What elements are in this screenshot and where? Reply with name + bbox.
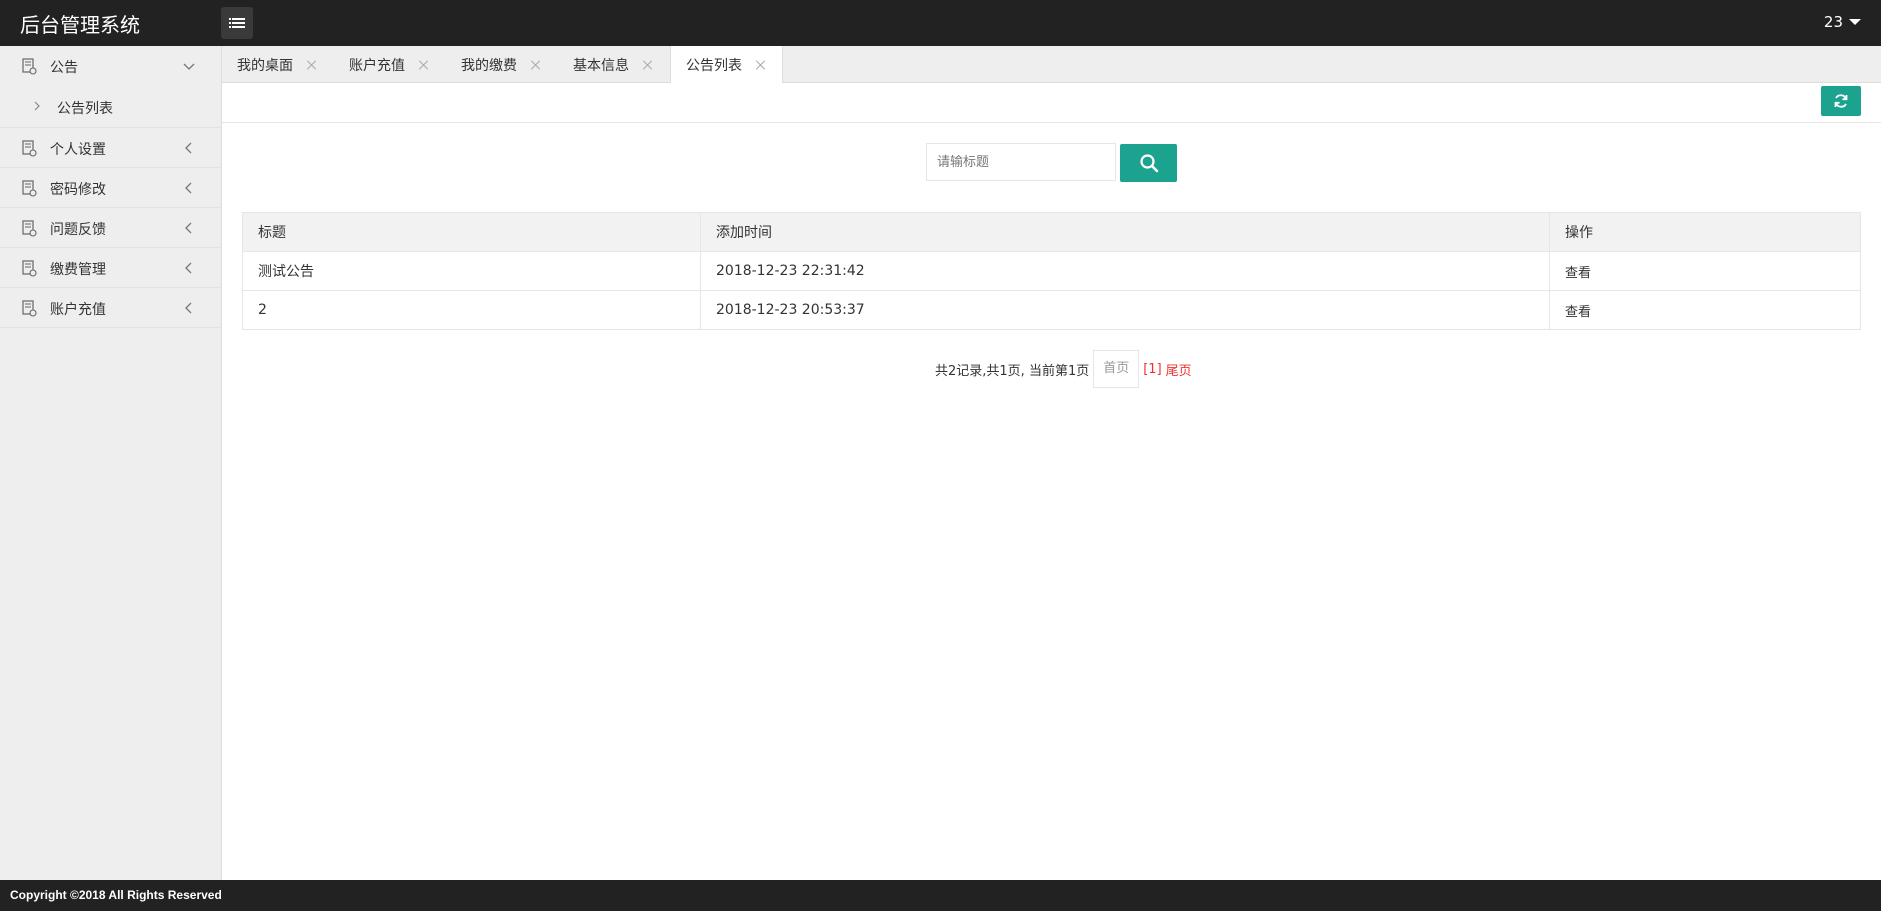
column-header-time: 添加时间	[700, 212, 1550, 252]
chevron-left-icon	[185, 182, 192, 194]
sidebar-item-announcement[interactable]: 公告	[0, 46, 221, 86]
document-icon	[22, 140, 37, 157]
tab-basic-info[interactable]: 基本信息	[558, 46, 653, 83]
sidebar-item-label: 密码修改	[50, 182, 106, 198]
app-window: 后台管理系统 23 公告 公告列表 个人设置 密码修改 问题反馈 缴费管理 账户…	[0, 0, 1881, 911]
user-name: 23	[1823, 13, 1843, 31]
document-icon	[22, 300, 37, 317]
top-header: 后台管理系统 23	[0, 0, 1881, 46]
tab-label: 基本信息	[573, 57, 629, 74]
sidebar-item-recharge[interactable]: 账户充值	[0, 288, 221, 328]
tab-label: 我的缴费	[461, 57, 517, 74]
search-button[interactable]	[1120, 144, 1177, 182]
tab-label: 账户充值	[349, 57, 405, 74]
sidebar-item-label: 公告	[50, 60, 78, 76]
chevron-down-icon	[183, 63, 195, 70]
sidebar-item-personal-settings[interactable]: 个人设置	[0, 128, 221, 168]
tab-recharge[interactable]: 账户充值	[334, 46, 429, 83]
list-icon	[229, 17, 245, 29]
table-row: 2 2018-12-23 20:53:37 查看	[242, 290, 1861, 330]
sidebar-subitem-announcement-list[interactable]: 公告列表	[0, 86, 221, 128]
document-icon	[22, 58, 37, 75]
chevron-left-icon	[185, 222, 192, 234]
cell-title: 2	[242, 290, 701, 330]
tab-my-payments[interactable]: 我的缴费	[446, 46, 541, 83]
sidebar-item-password[interactable]: 密码修改	[0, 168, 221, 208]
caret-down-icon	[1849, 19, 1861, 25]
refresh-button[interactable]	[1821, 86, 1861, 116]
sidebar-item-label: 缴费管理	[50, 262, 106, 278]
pagination: 共2记录,共1页, 当前第1页 首页 [1] 尾页	[935, 350, 1192, 388]
footer: Copyright ©2018 All Rights Reserved	[0, 880, 1881, 911]
chevron-right-icon	[34, 101, 40, 111]
pagination-summary: 共2记录,共1页, 当前第1页	[935, 363, 1090, 379]
menu-toggle-button[interactable]	[221, 7, 253, 39]
document-icon	[22, 220, 37, 237]
view-link[interactable]: 查看	[1549, 290, 1861, 330]
table-row: 测试公告 2018-12-23 22:31:42 查看	[242, 251, 1861, 291]
tab-announcement-list[interactable]: 公告列表	[670, 46, 783, 84]
close-icon[interactable]	[419, 60, 429, 70]
tab-label: 公告列表	[686, 58, 742, 74]
close-icon[interactable]	[643, 60, 653, 70]
close-icon[interactable]	[756, 60, 766, 70]
document-icon	[22, 180, 37, 197]
cell-time: 2018-12-23 22:31:42	[700, 251, 1550, 291]
tab-bar: 我的桌面 账户充值 我的缴费 基本信息 公告列表	[222, 46, 1881, 84]
sidebar-item-label: 账户充值	[50, 302, 106, 318]
first-page-button[interactable]: 首页	[1093, 350, 1140, 388]
close-icon[interactable]	[307, 60, 317, 70]
column-header-action: 操作	[1549, 212, 1861, 252]
refresh-icon	[1834, 94, 1848, 108]
search-input[interactable]	[926, 143, 1116, 181]
sidebar-item-payment[interactable]: 缴费管理	[0, 248, 221, 288]
cell-time: 2018-12-23 20:53:37	[700, 290, 1550, 330]
announcement-table: 标题 添加时间 操作 测试公告 2018-12-23 22:31:42 查看 2…	[242, 212, 1861, 330]
sidebar-subitem-label: 公告列表	[57, 101, 113, 117]
chevron-left-icon	[185, 262, 192, 274]
chevron-left-icon	[185, 142, 192, 154]
cell-title: 测试公告	[242, 251, 701, 291]
column-header-title: 标题	[242, 212, 701, 252]
document-icon	[22, 260, 37, 277]
chevron-left-icon	[185, 302, 192, 314]
user-menu[interactable]: 23	[1824, 13, 1861, 31]
view-link[interactable]: 查看	[1549, 251, 1861, 291]
current-page-indicator: [1]	[1143, 361, 1162, 377]
copyright-text: Copyright ©2018 All Rights Reserved	[10, 888, 222, 902]
search-icon	[1139, 154, 1158, 173]
tab-label: 我的桌面	[237, 57, 293, 74]
last-page-link[interactable]: 尾页	[1166, 360, 1192, 379]
sidebar-item-label: 问题反馈	[50, 222, 106, 238]
app-title: 后台管理系统	[20, 13, 140, 37]
close-icon[interactable]	[531, 60, 541, 70]
tab-desktop[interactable]: 我的桌面	[222, 46, 317, 83]
table-header-row: 标题 添加时间 操作	[242, 212, 1861, 252]
content-toolbar	[222, 83, 1881, 123]
sidebar-item-label: 个人设置	[50, 142, 106, 158]
sidebar: 公告 公告列表 个人设置 密码修改 问题反馈 缴费管理 账户充值	[0, 46, 222, 880]
sidebar-item-feedback[interactable]: 问题反馈	[0, 208, 221, 248]
